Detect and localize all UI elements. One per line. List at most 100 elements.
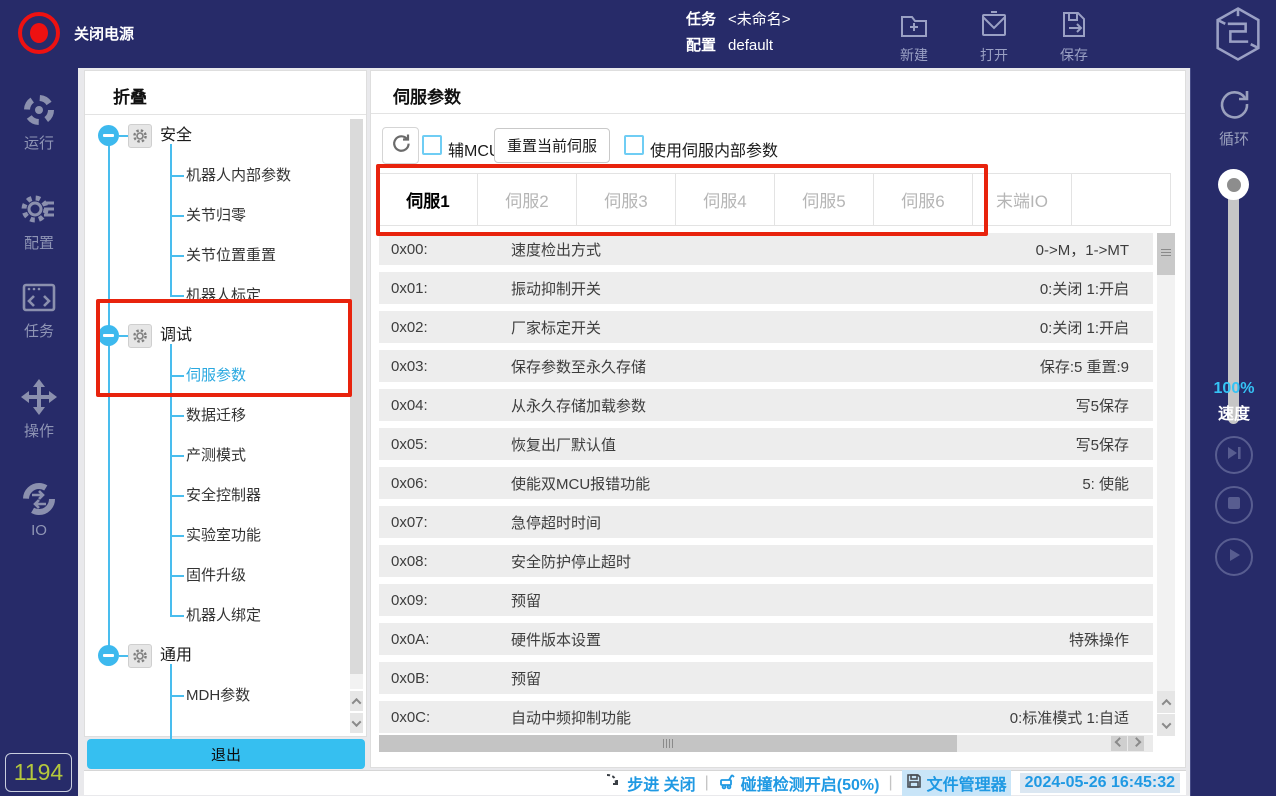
table-row[interactable]: 0x01: 振动抑制开关 0:关闭 1:开启: [379, 272, 1153, 304]
table-row[interactable]: 0x03: 保存参数至永久存储 保存:5 重置:9: [379, 350, 1153, 382]
sidebar-item-run[interactable]: 运行: [0, 92, 78, 153]
sidebar-item-jog[interactable]: 操作: [0, 378, 78, 441]
param-address: 0x0A:: [391, 630, 430, 648]
collapse-minus-icon[interactable]: [98, 125, 119, 146]
servo-tab-label: 伺服2: [505, 192, 549, 211]
collision-detect-label: 碰撞检测开启(50%): [740, 777, 880, 794]
tree-node[interactable]: 固件升级: [85, 556, 340, 596]
servo-tabs: 伺服1 伺服2 伺服3 伺服4 伺服5 伺服6 末端IO: [378, 173, 1171, 226]
servo-tab[interactable]: 伺服6: [873, 173, 973, 226]
table-row[interactable]: 0x04: 从永久存储加载参数 写5保存: [379, 389, 1153, 421]
tree-node[interactable]: 安全: [85, 116, 340, 156]
power-label: 关闭电源: [74, 25, 135, 43]
cycle-label: 循环: [1218, 131, 1249, 148]
tree-scrollbar[interactable]: [350, 119, 363, 689]
table-scroll-down-button[interactable]: [1157, 714, 1175, 736]
step-forward-icon: [1226, 445, 1242, 466]
table-row[interactable]: 0x06: 使能双MCU报错功能 5: 使能: [379, 467, 1153, 499]
param-description: 从永久存储加载参数: [511, 397, 647, 415]
use-internal-params-label: 使用伺服内部参数: [650, 143, 779, 160]
servo-tab-filler: [1071, 173, 1171, 226]
power-icon[interactable]: [18, 12, 60, 54]
new-task-button[interactable]: 新建: [884, 8, 944, 65]
table-row[interactable]: 0x0A: 硬件版本设置 特殊操作: [379, 623, 1153, 655]
page-title: 伺服参数: [393, 88, 461, 107]
table-row[interactable]: 0x05: 恢复出厂默认值 写5保存: [379, 428, 1153, 460]
table-vertical-scrollbar[interactable]: [1157, 233, 1175, 691]
play-button[interactable]: [1215, 538, 1253, 576]
servo-tab[interactable]: 伺服5: [774, 173, 874, 226]
save-task-button[interactable]: 保存: [1044, 8, 1104, 65]
speed-percent: 100%: [1213, 380, 1255, 397]
sidebar-item-io[interactable]: IO: [0, 480, 78, 539]
status-timestamp: 2024-05-26 16:45:32: [1019, 773, 1180, 793]
collapse-minus-icon[interactable]: [98, 645, 119, 666]
sidebar-item-label: 操作: [23, 423, 54, 440]
tree-node[interactable]: MDH参数: [85, 676, 340, 716]
table-row[interactable]: 0x0C: 自动中频抑制功能 0:标准模式 1:自适: [379, 701, 1153, 733]
step-mode-status[interactable]: 步进 关闭: [605, 771, 696, 795]
tree-node[interactable]: 机器人标定: [85, 276, 340, 316]
tree-scrollbar-thumb[interactable]: [350, 119, 363, 674]
param-address: 0x0C:: [391, 708, 431, 726]
cycle-mode-button[interactable]: 循环: [1191, 84, 1276, 149]
collapse-minus-icon[interactable]: [98, 325, 119, 346]
tree-node[interactable]: 实验室功能: [85, 516, 340, 556]
refresh-button[interactable]: [382, 127, 419, 164]
servo-tab[interactable]: 伺服1: [378, 173, 478, 226]
sidebar-item-config[interactable]: 配置: [0, 190, 78, 253]
servo-tab[interactable]: 末端IO: [972, 173, 1072, 226]
servo-tab[interactable]: 伺服2: [477, 173, 577, 226]
reset-current-servo-button[interactable]: 重置当前伺服: [494, 128, 610, 163]
tree-node[interactable]: 数据迁移: [85, 396, 340, 436]
param-address: 0x05:: [391, 435, 428, 453]
sidebar-item-label: 任务: [23, 323, 54, 340]
aux-mcu-checkbox[interactable]: [422, 135, 442, 155]
collision-detect-status[interactable]: 碰撞检测开启(50%): [718, 771, 880, 795]
table-row[interactable]: 0x07: 急停超时时间: [379, 506, 1153, 538]
new-file-icon: [884, 8, 944, 42]
param-value: 5: 使能: [1082, 475, 1129, 493]
table-row[interactable]: 0x09: 预留: [379, 584, 1153, 616]
table-row[interactable]: 0x0B: 预留: [379, 662, 1153, 694]
speed-slider-knob[interactable]: [1218, 169, 1249, 200]
tree-scroll-down-button[interactable]: [350, 713, 363, 733]
stop-button[interactable]: [1215, 486, 1253, 524]
tree-node[interactable]: 机器人内部参数: [85, 156, 340, 196]
table-hscroll-thumb[interactable]: [379, 735, 957, 752]
table-scroll-left-button[interactable]: [1111, 736, 1127, 751]
file-manager-button[interactable]: 文件管理器: [901, 770, 1011, 796]
servo-tab[interactable]: 伺服3: [576, 173, 676, 226]
speed-label: 速度: [1217, 406, 1250, 423]
open-task-button[interactable]: 打开: [964, 8, 1024, 65]
tree-node-label: MDH参数: [186, 687, 251, 704]
tree-node[interactable]: 关节归零: [85, 196, 340, 236]
tree-collapse-title[interactable]: 折叠: [85, 71, 366, 108]
step-forward-button[interactable]: [1215, 436, 1253, 474]
exit-button[interactable]: 退出: [87, 739, 365, 769]
servo-tab[interactable]: 伺服4: [675, 173, 775, 226]
table-row[interactable]: 0x00: 速度检出方式 0->M，1->MT: [379, 233, 1153, 265]
sidebar-item-task[interactable]: 任务: [0, 280, 78, 341]
table-scroll-up-button[interactable]: [1157, 691, 1175, 713]
tree-node[interactable]: 机器人绑定: [85, 596, 340, 636]
chevron-down-icon: [1161, 718, 1171, 729]
table-row[interactable]: 0x08: 安全防护停止超时: [379, 545, 1153, 577]
table-scroll-right-button[interactable]: [1128, 736, 1144, 751]
param-description: 预留: [511, 592, 542, 610]
tree-node[interactable]: 产测模式: [85, 436, 340, 476]
table-horizontal-scrollbar[interactable]: [379, 735, 1153, 752]
divider: [371, 113, 1185, 114]
tree-node[interactable]: 关节位置重置: [85, 236, 340, 276]
tree-node[interactable]: 通用: [85, 636, 340, 676]
new-task-label: 新建: [900, 47, 928, 63]
tree-scroll-up-button[interactable]: [350, 691, 363, 711]
tree-node-label: 安全: [160, 127, 193, 144]
use-internal-params-checkbox[interactable]: [624, 135, 644, 155]
table-row[interactable]: 0x02: 厂家标定开关 0:关闭 1:开启: [379, 311, 1153, 343]
tree-node[interactable]: 调试: [85, 316, 340, 356]
servo-tab-label: 伺服5: [802, 192, 846, 211]
table-vscroll-thumb[interactable]: [1157, 233, 1175, 275]
tree-node[interactable]: 安全控制器: [85, 476, 340, 516]
tree-node[interactable]: 伺服参数: [85, 356, 340, 396]
